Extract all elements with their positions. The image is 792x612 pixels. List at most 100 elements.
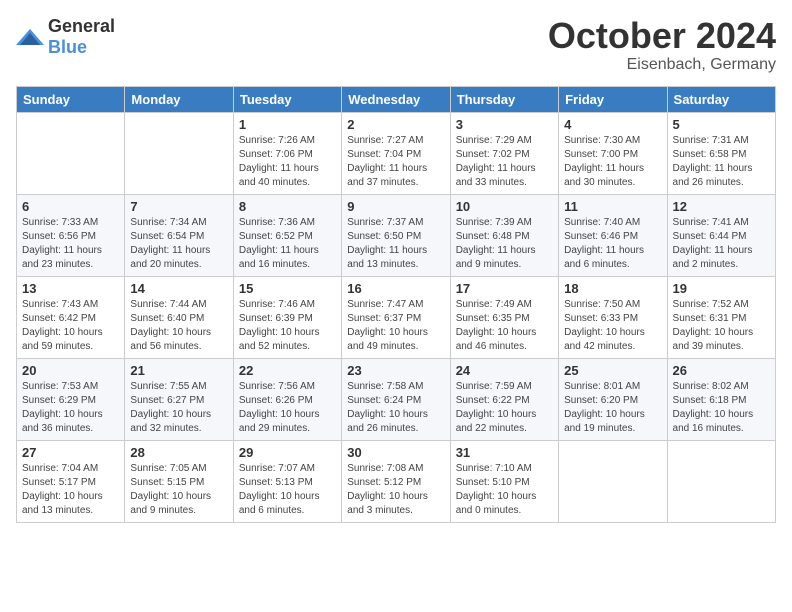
day-number: 4	[564, 117, 661, 132]
day-number: 24	[456, 363, 553, 378]
day-number: 31	[456, 445, 553, 460]
calendar-cell: 23 Sunrise: 7:58 AMSunset: 6:24 PMDayligh…	[342, 358, 450, 440]
day-number: 28	[130, 445, 227, 460]
day-detail: Sunrise: 7:44 AMSunset: 6:40 PMDaylight:…	[130, 298, 227, 354]
calendar-cell: 21Sunrise: 7:55 AMSunset: 6:27 PMDayligh…	[125, 358, 233, 440]
day-number: 10	[456, 199, 553, 214]
day-detail: Sunrise: 7:30 AMSunset: 7:00 PMDaylight:…	[564, 134, 661, 190]
day-number: 12	[673, 199, 770, 214]
weekday-header-monday: Monday	[125, 86, 233, 112]
calendar-cell: 22Sunrise: 7:56 AMSunset: 6:26 PMDayligh…	[233, 358, 341, 440]
calendar-cell: 13 Sunrise: 7:43 AMSunset: 6:42 PMDayligh…	[17, 276, 125, 358]
calendar-table: SundayMondayTuesdayWednesdayThursdayFrid…	[16, 86, 776, 523]
day-number: 23	[347, 363, 444, 378]
day-number: 2	[347, 117, 444, 132]
calendar-cell	[667, 440, 775, 522]
day-detail: Sunrise: 7:49 AMSunset: 6:35 PMDaylight:…	[456, 298, 553, 354]
logo: General Blue	[16, 16, 115, 58]
day-number: 13	[22, 281, 119, 296]
calendar-cell: 1 Sunrise: 7:26 AMSunset: 7:06 PMDaylight…	[233, 112, 341, 194]
day-number: 6	[22, 199, 119, 214]
day-detail: Sunrise: 7:43 AMSunset: 6:42 PMDaylight:…	[22, 298, 119, 354]
day-detail: Sunrise: 7:39 AMSunset: 6:48 PMDaylight:…	[456, 216, 553, 272]
calendar-week-4: 20 Sunrise: 7:53 AMSunset: 6:29 PMDayligh…	[17, 358, 776, 440]
month-title: October 2024	[548, 16, 776, 56]
day-detail: Sunrise: 7:59 AMSunset: 6:22 PMDaylight:…	[456, 380, 553, 436]
calendar-cell: 28Sunrise: 7:05 AMSunset: 5:15 PMDayligh…	[125, 440, 233, 522]
title-area: October 2024 Eisenbach, Germany	[548, 16, 776, 74]
calendar-header-row: SundayMondayTuesdayWednesdayThursdayFrid…	[17, 86, 776, 112]
day-number: 1	[239, 117, 336, 132]
weekday-header-saturday: Saturday	[667, 86, 775, 112]
day-number: 9	[347, 199, 444, 214]
day-detail: Sunrise: 7:26 AMSunset: 7:06 PMDaylight:…	[239, 134, 336, 190]
day-number: 17	[456, 281, 553, 296]
calendar-cell: 14 Sunrise: 7:44 AMSunset: 6:40 PMDayligh…	[125, 276, 233, 358]
calendar-cell: 29Sunrise: 7:07 AMSunset: 5:13 PMDayligh…	[233, 440, 341, 522]
logo-general: General	[48, 16, 115, 36]
day-detail: Sunrise: 7:36 AMSunset: 6:52 PMDaylight:…	[239, 216, 336, 272]
calendar-cell: 18Sunrise: 7:50 AMSunset: 6:33 PMDayligh…	[559, 276, 667, 358]
day-detail: Sunrise: 7:41 AMSunset: 6:44 PMDaylight:…	[673, 216, 770, 272]
calendar-cell: 2Sunrise: 7:27 AMSunset: 7:04 PMDaylight…	[342, 112, 450, 194]
calendar-cell: 11Sunrise: 7:40 AMSunset: 6:46 PMDayligh…	[559, 194, 667, 276]
logo-icon	[16, 27, 44, 47]
calendar-cell: 12 Sunrise: 7:41 AMSunset: 6:44 PMDayligh…	[667, 194, 775, 276]
day-number: 20	[22, 363, 119, 378]
weekday-header-thursday: Thursday	[450, 86, 558, 112]
day-number: 26	[673, 363, 770, 378]
day-detail: Sunrise: 7:29 AMSunset: 7:02 PMDaylight:…	[456, 134, 553, 190]
day-number: 27	[22, 445, 119, 460]
day-detail: Sunrise: 7:58 AMSunset: 6:24 PMDaylight:…	[347, 380, 444, 436]
logo-text: General Blue	[48, 16, 115, 58]
day-number: 15	[239, 281, 336, 296]
day-number: 7	[130, 199, 227, 214]
calendar-cell	[125, 112, 233, 194]
day-detail: Sunrise: 7:08 AMSunset: 5:12 PMDaylight:…	[347, 462, 444, 518]
weekday-header-friday: Friday	[559, 86, 667, 112]
page-header: General Blue October 2024 Eisenbach, Ger…	[16, 16, 776, 74]
calendar-cell: 10 Sunrise: 7:39 AMSunset: 6:48 PMDayligh…	[450, 194, 558, 276]
calendar-week-1: 1 Sunrise: 7:26 AMSunset: 7:06 PMDaylight…	[17, 112, 776, 194]
day-number: 14	[130, 281, 227, 296]
calendar-cell: 30Sunrise: 7:08 AMSunset: 5:12 PMDayligh…	[342, 440, 450, 522]
day-number: 8	[239, 199, 336, 214]
day-detail: Sunrise: 7:53 AMSunset: 6:29 PMDaylight:…	[22, 380, 119, 436]
day-detail: Sunrise: 7:34 AMSunset: 6:54 PMDaylight:…	[130, 216, 227, 272]
calendar-week-3: 13 Sunrise: 7:43 AMSunset: 6:42 PMDayligh…	[17, 276, 776, 358]
weekday-header-wednesday: Wednesday	[342, 86, 450, 112]
calendar-cell: 24 Sunrise: 7:59 AMSunset: 6:22 PMDayligh…	[450, 358, 558, 440]
calendar-cell: 6 Sunrise: 7:33 AMSunset: 6:56 PMDaylight…	[17, 194, 125, 276]
calendar-cell: 4 Sunrise: 7:30 AMSunset: 7:00 PMDaylight…	[559, 112, 667, 194]
calendar-cell: 20 Sunrise: 7:53 AMSunset: 6:29 PMDayligh…	[17, 358, 125, 440]
calendar-cell: 3Sunrise: 7:29 AMSunset: 7:02 PMDaylight…	[450, 112, 558, 194]
calendar-week-5: 27Sunrise: 7:04 AMSunset: 5:17 PMDayligh…	[17, 440, 776, 522]
day-detail: Sunrise: 7:46 AMSunset: 6:39 PMDaylight:…	[239, 298, 336, 354]
calendar-cell: 5Sunrise: 7:31 AMSunset: 6:58 PMDaylight…	[667, 112, 775, 194]
day-detail: Sunrise: 8:02 AMSunset: 6:18 PMDaylight:…	[673, 380, 770, 436]
day-detail: Sunrise: 7:52 AMSunset: 6:31 PMDaylight:…	[673, 298, 770, 354]
calendar-cell: 17 Sunrise: 7:49 AMSunset: 6:35 PMDayligh…	[450, 276, 558, 358]
day-number: 21	[130, 363, 227, 378]
calendar-cell: 31Sunrise: 7:10 AMSunset: 5:10 PMDayligh…	[450, 440, 558, 522]
day-detail: Sunrise: 7:47 AMSunset: 6:37 PMDaylight:…	[347, 298, 444, 354]
calendar-cell: 27Sunrise: 7:04 AMSunset: 5:17 PMDayligh…	[17, 440, 125, 522]
day-detail: Sunrise: 7:50 AMSunset: 6:33 PMDaylight:…	[564, 298, 661, 354]
day-number: 25	[564, 363, 661, 378]
day-detail: Sunrise: 7:40 AMSunset: 6:46 PMDaylight:…	[564, 216, 661, 272]
calendar-cell: 9Sunrise: 7:37 AMSunset: 6:50 PMDaylight…	[342, 194, 450, 276]
day-detail: Sunrise: 7:33 AMSunset: 6:56 PMDaylight:…	[22, 216, 119, 272]
day-detail: Sunrise: 7:07 AMSunset: 5:13 PMDaylight:…	[239, 462, 336, 518]
calendar-cell	[559, 440, 667, 522]
weekday-header-tuesday: Tuesday	[233, 86, 341, 112]
logo-blue: Blue	[48, 37, 87, 57]
calendar-cell	[17, 112, 125, 194]
day-detail: Sunrise: 7:31 AMSunset: 6:58 PMDaylight:…	[673, 134, 770, 190]
calendar-week-2: 6 Sunrise: 7:33 AMSunset: 6:56 PMDaylight…	[17, 194, 776, 276]
day-detail: Sunrise: 7:56 AMSunset: 6:26 PMDaylight:…	[239, 380, 336, 436]
calendar-cell: 19Sunrise: 7:52 AMSunset: 6:31 PMDayligh…	[667, 276, 775, 358]
day-number: 16	[347, 281, 444, 296]
calendar-cell: 15 Sunrise: 7:46 AMSunset: 6:39 PMDayligh…	[233, 276, 341, 358]
weekday-header-sunday: Sunday	[17, 86, 125, 112]
calendar-cell: 26 Sunrise: 8:02 AMSunset: 6:18 PMDayligh…	[667, 358, 775, 440]
